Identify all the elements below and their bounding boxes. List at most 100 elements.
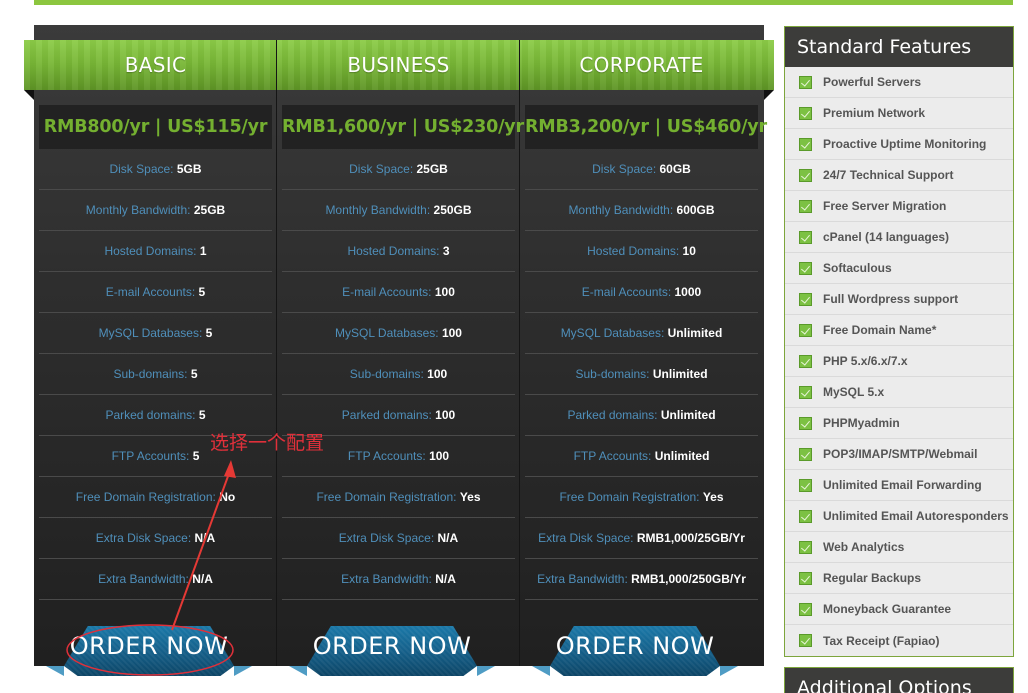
top-accent-bar (34, 0, 1013, 5)
feature-label: FTP Accounts: (574, 449, 652, 463)
plan-feature-row: Sub-domains: 5 (39, 354, 272, 395)
feature-label: Free Domain Registration: (76, 490, 216, 504)
standard-feature-item: cPanel (14 languages) (785, 222, 1013, 253)
feature-label: MySQL Databases: (335, 326, 439, 340)
checkmark-icon (799, 169, 812, 182)
feature-value: No (219, 490, 235, 504)
button-wing (289, 666, 307, 676)
plan-basic: BASIC RMB800/yr | US$115/yr Disk Space: … (34, 40, 277, 666)
plan-feature-row: Hosted Domains: 1 (39, 231, 272, 272)
standard-feature-item: Proactive Uptime Monitoring (785, 129, 1013, 160)
plan-feature-row: MySQL Databases: 5 (39, 313, 272, 354)
checkmark-icon (799, 479, 812, 492)
checkmark-icon (799, 541, 812, 554)
plan-title: BUSINESS (277, 40, 520, 90)
order-now-label: ORDER NOW (550, 632, 720, 660)
standard-feature-label: Moneyback Guarantee (823, 602, 951, 616)
feature-value: N/A (435, 572, 456, 586)
checkmark-icon (799, 603, 812, 616)
standard-feature-label: PHP 5.x/6.x/7.x (823, 354, 908, 368)
order-now-button-basic[interactable]: ORDER NOW (64, 626, 234, 676)
plan-feature-row: E-mail Accounts: 100 (282, 272, 515, 313)
feature-value: 10 (683, 244, 696, 258)
plan-feature-row: Extra Disk Space: N/A (39, 518, 272, 559)
standard-feature-item: Moneyback Guarantee (785, 594, 1013, 625)
feature-label: E-mail Accounts: (342, 285, 431, 299)
feature-label: Sub-domains: (113, 367, 187, 381)
feature-value: 25GB (194, 203, 225, 217)
checkmark-icon (799, 231, 812, 244)
standard-feature-item: PHP 5.x/6.x/7.x (785, 346, 1013, 377)
feature-value: Unlimited (661, 408, 716, 422)
feature-label: Extra Bandwidth: (341, 572, 432, 586)
feature-label: Parked domains: (342, 408, 432, 422)
feature-value: Unlimited (653, 367, 708, 381)
standard-feature-label: 24/7 Technical Support (823, 168, 953, 182)
feature-value: 250GB (434, 203, 472, 217)
standard-feature-item: Softaculous (785, 253, 1013, 284)
feature-label: Free Domain Registration: (559, 490, 699, 504)
checkmark-icon (799, 355, 812, 368)
standard-feature-item: 24/7 Technical Support (785, 160, 1013, 191)
standard-feature-item: Free Domain Name* (785, 315, 1013, 346)
checkmark-icon (799, 324, 812, 337)
feature-value: 5 (199, 285, 206, 299)
feature-label: Extra Bandwidth: (537, 572, 628, 586)
plan-feature-row: Disk Space: 5GB (39, 149, 272, 190)
plan-feature-row: Extra Bandwidth: RMB1,000/250GB/Yr (525, 559, 758, 600)
standard-feature-label: Free Server Migration (823, 199, 946, 213)
standard-feature-item: Unlimited Email Forwarding (785, 470, 1013, 501)
feature-value: 600GB (677, 203, 715, 217)
pricing-table: BASIC RMB800/yr | US$115/yr Disk Space: … (34, 25, 764, 666)
standard-feature-label: Web Analytics (823, 540, 904, 554)
plan-feature-list: Disk Space: 5GBMonthly Bandwidth: 25GBHo… (39, 149, 272, 600)
plan-feature-row: Monthly Bandwidth: 250GB (282, 190, 515, 231)
plan-feature-row: E-mail Accounts: 1000 (525, 272, 758, 313)
feature-value: 100 (442, 326, 462, 340)
order-now-label: ORDER NOW (307, 632, 477, 660)
plan-feature-row: Monthly Bandwidth: 25GB (39, 190, 272, 231)
standard-feature-label: Full Wordpress support (823, 292, 958, 306)
standard-feature-label: Proactive Uptime Monitoring (823, 137, 986, 151)
feature-value: 100 (429, 449, 449, 463)
plan-feature-row: Parked domains: Unlimited (525, 395, 758, 436)
standard-feature-label: Softaculous (823, 261, 892, 275)
standard-feature-item: Web Analytics (785, 532, 1013, 563)
plan-feature-row: Sub-domains: Unlimited (525, 354, 758, 395)
standard-feature-label: Regular Backups (823, 571, 921, 585)
feature-value: 5 (199, 408, 206, 422)
standard-feature-item: Free Server Migration (785, 191, 1013, 222)
feature-label: E-mail Accounts: (106, 285, 195, 299)
feature-value: Yes (460, 490, 481, 504)
feature-label: E-mail Accounts: (582, 285, 671, 299)
checkmark-icon (799, 386, 812, 399)
standard-features-panel: Standard Features Powerful ServersPremiu… (784, 26, 1014, 657)
feature-value: N/A (192, 572, 213, 586)
plan-feature-row: Hosted Domains: 3 (282, 231, 515, 272)
feature-label: Disk Space: (109, 162, 173, 176)
feature-label: FTP Accounts: (112, 449, 190, 463)
feature-label: Monthly Bandwidth: (325, 203, 430, 217)
standard-feature-item: MySQL 5.x (785, 377, 1013, 408)
standard-feature-item: Powerful Servers (785, 67, 1013, 98)
order-now-button-corporate[interactable]: ORDER NOW (550, 626, 720, 676)
checkmark-icon (799, 572, 812, 585)
plan-feature-row: Extra Disk Space: RMB1,000/25GB/Yr (525, 518, 758, 559)
feature-label: MySQL Databases: (99, 326, 203, 340)
standard-feature-label: POP3/IMAP/SMTP/Webmail (823, 447, 977, 461)
plan-feature-row: Disk Space: 25GB (282, 149, 515, 190)
button-wing (720, 666, 738, 676)
feature-label: Hosted Domains: (347, 244, 439, 258)
checkmark-icon (799, 293, 812, 306)
plan-feature-list: Disk Space: 25GBMonthly Bandwidth: 250GB… (282, 149, 515, 600)
checkmark-icon (799, 76, 812, 89)
plan-business: BUSINESS RMB1,600/yr | US$230/yr Disk Sp… (277, 40, 520, 666)
plan-feature-row: Extra Bandwidth: N/A (39, 559, 272, 600)
checkmark-icon (799, 510, 812, 523)
standard-feature-label: cPanel (14 languages) (823, 230, 949, 244)
feature-value: 25GB (417, 162, 448, 176)
feature-label: FTP Accounts: (348, 449, 426, 463)
order-now-button-business[interactable]: ORDER NOW (307, 626, 477, 676)
additional-options-title: Additional Options (784, 667, 1014, 693)
standard-feature-item: Full Wordpress support (785, 284, 1013, 315)
